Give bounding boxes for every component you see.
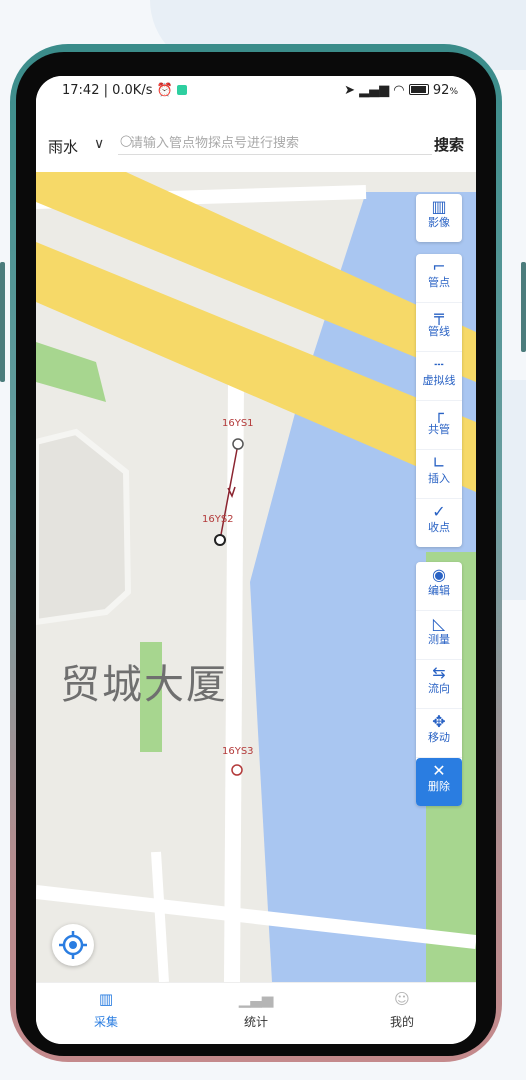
measure-icon: ◺: [432, 614, 446, 633]
app-notification-icon: [176, 85, 187, 95]
imagery-panel: ▥ 影像: [416, 194, 462, 242]
tool-move[interactable]: ✥ 移动: [416, 709, 462, 758]
location-icon: ➤: [344, 83, 355, 98]
tool-collect-point[interactable]: ✓ 收点: [416, 499, 462, 547]
tab-mine[interactable]: ☺ 我的: [362, 989, 442, 1030]
tool-edit[interactable]: ◉ 编辑: [416, 562, 462, 611]
tool-delete[interactable]: ✕ 删除: [416, 758, 462, 806]
chevron-down-icon[interactable]: ∨: [94, 136, 104, 152]
status-time: 17:42 | 0.0K/s ⏰: [62, 83, 187, 98]
tool-measure[interactable]: ◺ 测量: [416, 611, 462, 660]
status-bar: 17:42 | 0.0K/s ⏰ ➤ ▂▄▆ ◠ 92%: [36, 76, 476, 106]
collect-point-icon: ✓: [432, 502, 446, 521]
alarm-icon: ⏰: [156, 83, 173, 98]
tab-bar: ▥ 采集 ▁▃▅ 统计 ☺ 我的: [36, 982, 476, 1044]
point-label: 16YS1: [222, 418, 254, 429]
pipe-point-marker: [214, 534, 226, 546]
tool-pipe-point[interactable]: ⌐ 管点: [416, 254, 462, 303]
side-button: [0, 262, 5, 382]
crosshair-icon: [59, 931, 87, 959]
edit-icon: ◉: [432, 565, 446, 584]
park-area: [36, 342, 106, 402]
battery-icon: [408, 84, 429, 95]
pipe-point-marker: [232, 438, 244, 450]
locate-button[interactable]: [52, 924, 94, 966]
signal-icon: ▂▄▆: [359, 83, 390, 98]
flow-direction-icon: ⇆: [432, 663, 446, 682]
screen: 17:42 | 0.0K/s ⏰ ➤ ▂▄▆ ◠ 92% 雨水 ∨ ◯ 搜索: [36, 76, 476, 1044]
insert-icon: ∟: [432, 453, 446, 472]
shared-pipe-icon: ┌: [434, 404, 444, 423]
poi-label: 贸城大厦: [60, 662, 228, 708]
pipe-tools-panel: ⌐ 管点 ╤ 管线 ┄ 虚拟线 ┌ 共管 ∟ 插入 ✓ 收点: [416, 254, 462, 547]
search-input[interactable]: [118, 132, 432, 155]
virtual-line-icon: ┄: [434, 355, 444, 374]
map-canvas: [36, 172, 476, 982]
search-bar: 雨水 ∨ ◯ 搜索: [36, 106, 476, 172]
point-label: 16YS3: [222, 746, 254, 757]
side-button: [521, 262, 526, 352]
tab-stats[interactable]: ▁▃▅ 统计: [216, 989, 296, 1030]
user-icon: ☺: [394, 990, 410, 1008]
road: [151, 851, 169, 982]
battery-level: 92: [432, 83, 450, 98]
imagery-button[interactable]: ▥ 影像: [416, 194, 462, 242]
tool-pipe-line[interactable]: ╤ 管线: [416, 303, 462, 352]
status-icons: ➤ ▂▄▆ ◠ 92%: [344, 83, 458, 98]
map-view[interactable]: 贸城大厦 16YS1 16YS2 16YS3 ▥ 影像 ⌐ 管点 ╤ 管线 ┄ 虚拟线…: [36, 172, 476, 982]
search-button[interactable]: 搜索: [434, 134, 464, 155]
tool-shared-pipe[interactable]: ┌ 共管: [416, 401, 462, 450]
map-icon: ▥: [431, 197, 447, 216]
point-label: 16YS2: [202, 514, 234, 525]
stats-icon: ▁▃▅: [238, 990, 274, 1008]
tool-insert[interactable]: ∟ 插入: [416, 450, 462, 499]
tool-flow-direction[interactable]: ⇆ 流向: [416, 660, 462, 709]
building-block: [36, 428, 132, 626]
tab-collect[interactable]: ▥ 采集: [66, 989, 146, 1030]
tool-virtual-line[interactable]: ┄ 虚拟线: [416, 352, 462, 401]
wifi-icon: ◠: [393, 83, 405, 98]
move-icon: ✥: [432, 712, 446, 731]
delete-icon: ✕: [432, 761, 446, 780]
edit-tools-panel: ◉ 编辑 ◺ 测量 ⇆ 流向 ✥ 移动 ✕ 删除: [416, 562, 462, 806]
map-icon: ▥: [98, 990, 114, 1008]
pipe-line-icon: ╤: [434, 306, 444, 325]
pipe-point-icon: ⌐: [432, 257, 446, 276]
pipe-type-select[interactable]: 雨水: [48, 136, 78, 157]
